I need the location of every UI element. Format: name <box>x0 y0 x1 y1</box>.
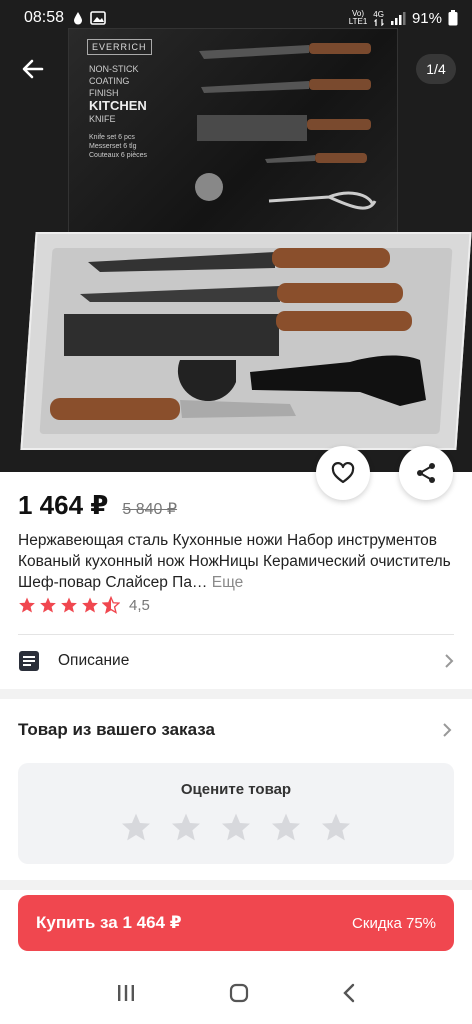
volte-indicator: Vo) LTE1 <box>348 9 368 26</box>
water-drop-icon <box>74 12 83 25</box>
product-rating[interactable]: 4,5 <box>18 596 150 614</box>
old-price: 5 840 ₽ <box>122 501 178 518</box>
description-row[interactable]: Описание <box>18 646 454 676</box>
system-navigation-bar <box>0 962 472 1024</box>
show-more-link[interactable]: Еще <box>212 574 244 591</box>
chevron-right-icon[interactable] <box>442 722 452 738</box>
product-title[interactable]: Нержавеющая сталь Кухонные ножи Набор ин… <box>18 530 458 593</box>
section-separator <box>0 880 472 890</box>
battery-icon <box>448 10 458 26</box>
rate-stars <box>18 811 454 843</box>
product-image-gallery[interactable]: 08:58 Vo) LTE1 4G 91% EVERRICH NON-STICK… <box>0 0 472 472</box>
home-icon[interactable] <box>229 983 249 1003</box>
network-4g-indicator: 4G <box>373 10 384 26</box>
order-section-title[interactable]: Товар из вашего заказа <box>18 720 215 740</box>
arrow-left-icon <box>22 59 44 79</box>
status-time: 08:58 <box>24 9 65 26</box>
image-pager-indicator: 1/4 <box>416 54 456 84</box>
star-empty-icon[interactable] <box>270 811 302 843</box>
star-empty-icon[interactable] <box>120 811 152 843</box>
tray-knives-illustration <box>50 248 426 420</box>
section-separator <box>0 689 472 699</box>
battery-percent: 91% <box>411 9 442 27</box>
buy-button[interactable]: Купить за 1 464 ₽ Скидка 75% <box>18 895 454 951</box>
star-empty-icon[interactable] <box>170 811 202 843</box>
star-half-icon <box>102 596 120 614</box>
star-filled-icon <box>61 597 77 613</box>
back-button[interactable] <box>18 54 48 84</box>
document-icon <box>19 651 39 671</box>
divider <box>18 634 454 635</box>
star-filled-icon <box>40 597 56 613</box>
recent-apps-icon[interactable] <box>116 984 136 1002</box>
star-empty-icon[interactable] <box>220 811 252 843</box>
description-label: Описание <box>58 652 130 669</box>
buy-label: Купить за 1 464 ₽ <box>36 913 182 932</box>
status-bar: 08:58 Vo) LTE1 4G 91% <box>0 0 472 36</box>
signal-icon <box>390 12 406 25</box>
price-row: 1 464 ₽ 5 840 ₽ <box>18 490 177 521</box>
star-filled-icon <box>19 597 35 613</box>
star-filled-icon <box>82 597 98 613</box>
chevron-right-icon <box>445 654 454 668</box>
rate-product-card: Оцените товар <box>18 763 454 864</box>
share-button[interactable] <box>399 446 453 500</box>
share-icon <box>417 463 435 483</box>
favorite-button[interactable] <box>316 446 370 500</box>
rating-value: 4,5 <box>129 596 150 614</box>
rate-prompt: Оцените товар <box>180 781 292 798</box>
heart-icon <box>331 462 355 484</box>
data-arrows-icon <box>373 18 384 26</box>
star-empty-icon[interactable] <box>320 811 352 843</box>
back-nav-icon[interactable] <box>342 983 356 1003</box>
current-price: 1 464 ₽ <box>18 490 109 520</box>
discount-label: Скидка 75% <box>352 914 436 932</box>
image-icon <box>90 11 106 25</box>
